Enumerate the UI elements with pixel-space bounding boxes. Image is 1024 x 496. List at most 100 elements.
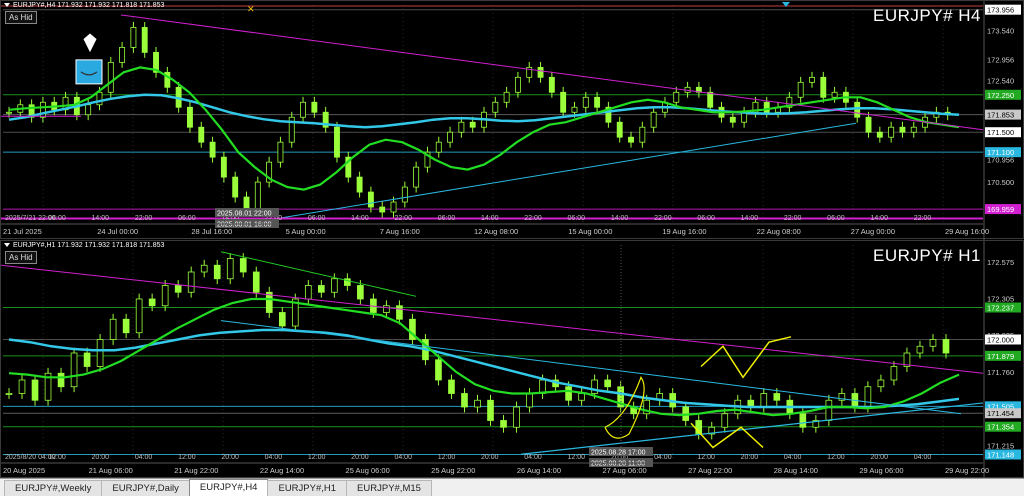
candle-body <box>942 339 950 354</box>
tab-eurjpy-weekly[interactable]: EURJPY#,Weekly <box>4 480 103 496</box>
candle-body <box>673 91 680 103</box>
candle-body <box>760 393 768 408</box>
time-marker-label: 22:00 <box>394 215 412 222</box>
candle-body <box>890 366 898 381</box>
time-marker-label: 14:00 <box>870 215 888 222</box>
candle-body <box>220 156 227 178</box>
h4-symbol-label: EURJPY# H4 <box>873 6 981 25</box>
tab-eurjpy-m15[interactable]: EURJPY#,M15 <box>346 480 432 496</box>
price-tag-label: 171.354 <box>987 423 1014 432</box>
time-axis-label: 21 Jul 2025 <box>3 227 42 236</box>
candle-body <box>85 104 92 116</box>
candle-body <box>916 345 924 354</box>
candle-body <box>929 339 937 347</box>
time-marker-label: 20:00 <box>481 454 499 461</box>
price-scale-label: 172.956 <box>987 56 1014 65</box>
time-marker-label: 06:00 <box>48 215 66 222</box>
candle-body <box>447 131 454 143</box>
time-marker-label: 06:00 <box>568 215 586 222</box>
candle-body <box>729 116 736 123</box>
time-marker-label: 14:00 <box>611 215 629 222</box>
h1-chart-window[interactable]: 172.575172.305172.237172.035172.000171.8… <box>0 240 1024 479</box>
candle-body <box>578 393 585 401</box>
trendline-magenta <box>120 14 984 131</box>
candle-body <box>503 91 510 103</box>
crosshair-time-label: 2025.08.28 17:00 <box>591 450 646 457</box>
bookmark-marker-icon: ✕ <box>247 4 255 14</box>
time-marker-label: 06:00 <box>178 215 196 222</box>
time-axis-label: 29 Aug 22:00 <box>945 466 989 475</box>
price-tag-label: 171.454 <box>987 409 1014 418</box>
candle-body <box>876 131 883 138</box>
candle-body <box>226 258 234 280</box>
price-tag-label: 171.853 <box>987 111 1014 120</box>
time-axis-label: 22 Aug 08:00 <box>757 227 801 236</box>
time-marker-label: 12:00 <box>308 454 326 461</box>
price-tag-label: 173.956 <box>987 6 1014 15</box>
candle-body <box>278 312 286 327</box>
candle-body <box>331 278 338 293</box>
candle-body <box>39 101 46 118</box>
collapse-triangle-icon[interactable] <box>4 243 10 248</box>
candle-body <box>582 96 589 108</box>
candle-body <box>435 141 442 153</box>
collapse-triangle-icon[interactable] <box>4 3 10 8</box>
time-marker-label: 06:00 <box>308 215 326 222</box>
time-marker-label: 12:00 <box>827 454 845 461</box>
candle-body <box>864 386 872 408</box>
tab-eurjpy-h1[interactable]: EURJPY#,H1 <box>267 480 348 496</box>
time-axis-label: 25 Aug 06:00 <box>346 466 390 475</box>
candle-body <box>109 318 117 340</box>
time-marker-label: 12:00 <box>438 454 456 461</box>
candle-body <box>198 126 205 143</box>
candle-body <box>383 305 390 313</box>
time-axis-label: 25 Aug 22:00 <box>431 466 475 475</box>
price-tag-label: 172.237 <box>987 304 1014 313</box>
candle-body <box>119 47 126 63</box>
candle-body <box>492 101 499 113</box>
candle-body <box>6 111 12 114</box>
candle-body <box>96 91 103 106</box>
alert-box-icon <box>75 59 103 85</box>
time-axis-label: 20 Aug 2025 <box>3 466 45 475</box>
candle-body <box>130 27 137 48</box>
h1-symbol-label: EURJPY# H1 <box>873 246 981 265</box>
candle-body <box>300 101 306 118</box>
time-axis-label: 28 Jul 16:00 <box>191 227 232 236</box>
candle-body <box>83 352 91 367</box>
h4-chart-window[interactable]: ✕ 173.956 173.540 172.956 172.540 172.250 171.… <box>0 0 1024 240</box>
time-marker-label: 06:00 <box>697 215 715 222</box>
candle-body <box>604 379 611 388</box>
pen-nib-icon <box>82 32 98 54</box>
price-scale-label: 173.540 <box>987 26 1014 35</box>
candle-body <box>135 298 143 334</box>
candle-body <box>888 126 895 138</box>
time-axis-label: 15 Aug 00:00 <box>568 227 612 236</box>
time-marker-label: 12:00 <box>178 454 196 461</box>
time-marker-label: 22:00 <box>654 215 672 222</box>
price-scale-label: 171.760 <box>987 368 1014 377</box>
candle-body <box>877 379 885 388</box>
candle-body <box>311 101 318 113</box>
candle-body <box>594 96 601 108</box>
trendline-cyan-upper <box>220 320 962 415</box>
time-marker-label: 04:00 <box>914 454 932 461</box>
time-marker-label: 20:00 <box>870 454 888 461</box>
tab-eurjpy-daily[interactable]: EURJPY#,Daily <box>101 480 190 496</box>
candle-body <box>560 91 567 113</box>
candle-body <box>401 186 408 203</box>
h1-chart-canvas[interactable]: 172.575172.305172.237172.035172.000171.8… <box>1 241 1024 479</box>
h4-chart-canvas[interactable]: ✕ 173.956 173.540 172.956 172.540 172.250 171.… <box>1 1 1024 240</box>
candle-body <box>304 285 312 300</box>
candle-body <box>526 393 533 408</box>
time-marker-label: 04:00 <box>394 454 412 461</box>
h4-as-hid-button[interactable]: As Hid <box>5 11 37 24</box>
time-marker-label: 06:00 <box>827 215 845 222</box>
time-marker-label: 20:00 <box>351 454 369 461</box>
candle-body <box>357 285 364 300</box>
h1-as-hid-button[interactable]: As Hid <box>5 251 37 264</box>
tab-eurjpy-h4[interactable]: EURJPY#,H4 <box>188 479 269 496</box>
candle-body <box>591 379 598 394</box>
time-marker-label: 20:00 <box>741 454 759 461</box>
price-scale-label: 171.215 <box>987 441 1014 450</box>
